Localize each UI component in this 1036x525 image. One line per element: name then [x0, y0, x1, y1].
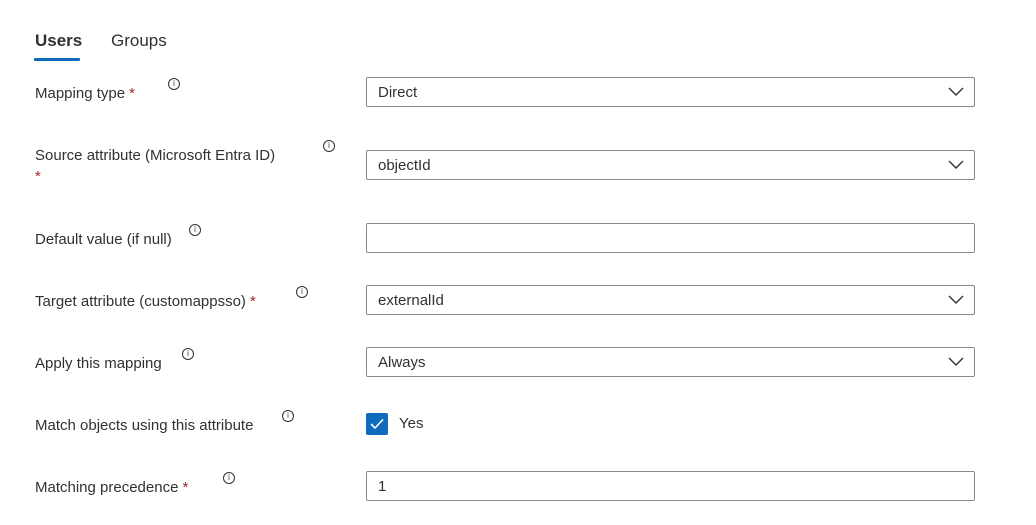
- target-attribute-label: Target attribute (customappsso) *: [35, 292, 256, 312]
- info-icon[interactable]: i: [296, 286, 308, 298]
- matching-precedence-value: 1: [378, 478, 387, 495]
- source-attribute-label: Source attribute (Microsoft Entra ID): [35, 147, 276, 164]
- active-tab-indicator: [34, 58, 80, 61]
- info-icon[interactable]: i: [282, 410, 294, 422]
- chevron-down-icon: [948, 160, 964, 169]
- mapping-type-value: Direct: [378, 84, 418, 101]
- default-value-label: Default value (if null): [35, 231, 172, 248]
- info-icon[interactable]: i: [189, 224, 201, 236]
- match-objects-check-label[interactable]: Yes: [399, 415, 423, 432]
- chevron-down-icon: [948, 87, 964, 96]
- info-icon[interactable]: i: [168, 78, 180, 90]
- required-marker: *: [249, 293, 256, 310]
- info-icon[interactable]: i: [323, 140, 335, 152]
- chevron-down-icon: [948, 357, 964, 366]
- match-objects-label: Match objects using this attribute: [35, 417, 254, 434]
- required-marker: *: [35, 168, 41, 185]
- target-attribute-label-text: Target attribute (customappsso): [35, 293, 246, 310]
- info-icon[interactable]: i: [182, 348, 194, 360]
- source-attribute-dropdown[interactable]: objectId: [366, 150, 975, 180]
- source-attribute-value: objectId: [378, 157, 431, 174]
- mapping-type-label: Mapping type *: [35, 84, 135, 104]
- match-objects-checkbox[interactable]: [366, 413, 388, 435]
- mapping-type-dropdown[interactable]: Direct: [366, 77, 975, 107]
- tab-users[interactable]: Users: [35, 31, 82, 51]
- apply-mapping-value: Always: [378, 354, 426, 371]
- apply-mapping-dropdown[interactable]: Always: [366, 347, 975, 377]
- default-value-input[interactable]: [366, 223, 975, 253]
- info-icon[interactable]: i: [223, 472, 235, 484]
- target-attribute-value: externalId: [378, 292, 444, 309]
- checkmark-icon: [370, 418, 384, 430]
- matching-precedence-label: Matching precedence *: [35, 478, 188, 498]
- matching-precedence-input[interactable]: 1: [366, 471, 975, 501]
- target-attribute-dropdown[interactable]: externalId: [366, 285, 975, 315]
- required-marker: *: [129, 85, 135, 102]
- chevron-down-icon: [948, 295, 964, 304]
- tab-groups[interactable]: Groups: [111, 31, 167, 51]
- mapping-type-label-text: Mapping type: [35, 85, 126, 102]
- apply-mapping-label: Apply this mapping: [35, 355, 162, 372]
- required-marker: *: [182, 479, 189, 496]
- matching-precedence-label-text: Matching precedence: [35, 479, 179, 496]
